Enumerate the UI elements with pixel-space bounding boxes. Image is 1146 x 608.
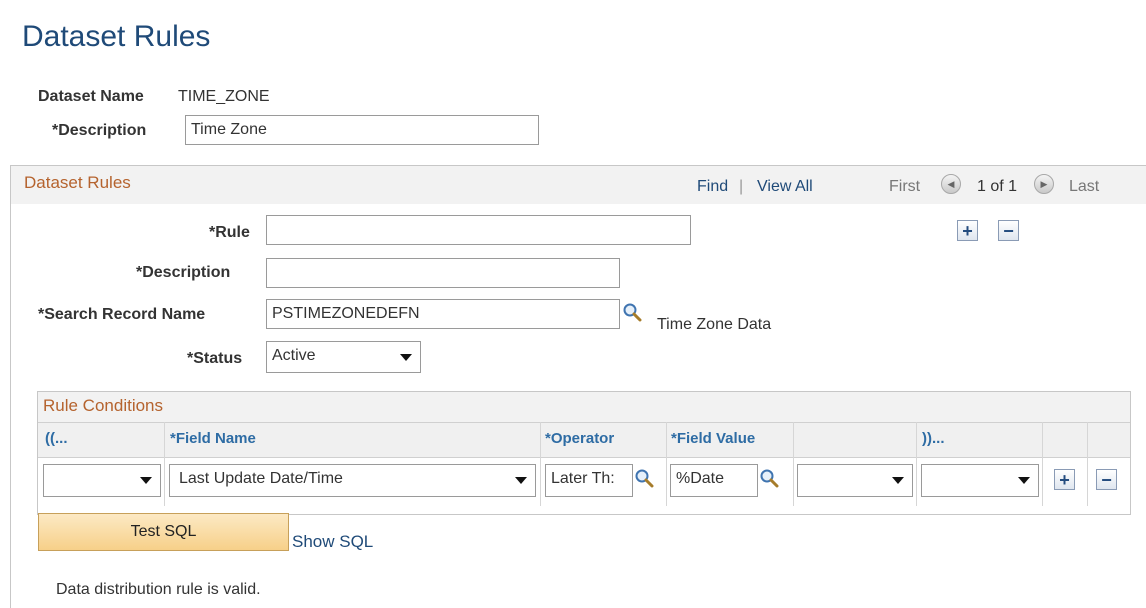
chevron-down-icon [140, 477, 152, 484]
chevron-down-icon [515, 477, 527, 484]
show-sql-link[interactable]: Show SQL [292, 532, 373, 552]
col-field-value: *Field Value [671, 430, 756, 447]
field-value-field[interactable]: %Date [670, 464, 758, 497]
col-open-paren: ((... [45, 430, 68, 447]
close-paren-select[interactable] [921, 464, 1039, 497]
dataset-name-label: Dataset Name [38, 88, 144, 105]
test-sql-button[interactable]: Test SQL [38, 513, 289, 551]
find-link[interactable]: Find [697, 178, 728, 196]
rule-label: *Rule [209, 224, 250, 241]
rule-field[interactable] [266, 215, 691, 245]
status-select[interactable]: Active [266, 341, 421, 373]
last-label: Last [1069, 178, 1100, 195]
minus-icon: − [1101, 469, 1112, 490]
search-icon[interactable] [759, 468, 779, 488]
grid-header [11, 166, 1146, 204]
col-close-paren: ))... [922, 430, 945, 447]
rule-description-field[interactable] [266, 258, 620, 288]
chevron-down-icon [400, 354, 412, 361]
chevron-down-icon [892, 477, 904, 484]
status-label: *Status [187, 350, 243, 367]
previous-icon[interactable]: ◀ [941, 174, 961, 194]
rule-conditions-title: Rule Conditions [43, 396, 164, 415]
extra-select[interactable] [797, 464, 913, 497]
col-field-name: *Field Name [170, 430, 256, 447]
dataset-name-value: TIME_ZONE [178, 88, 270, 105]
field-name-select[interactable]: Last Update Date/Time [169, 464, 536, 497]
column-divider [1042, 422, 1043, 506]
status-message: Data distribution rule is valid. [56, 581, 261, 598]
minus-icon: − [1003, 220, 1014, 241]
column-divider [1087, 422, 1088, 506]
status-value: Active [272, 347, 316, 364]
chevron-down-icon [1018, 477, 1030, 484]
search-icon[interactable] [622, 302, 642, 322]
plus-icon: + [962, 220, 973, 241]
description-label: *Description [52, 122, 147, 139]
add-condition-button[interactable]: + [1054, 469, 1075, 490]
column-divider [916, 422, 917, 506]
delete-condition-button[interactable]: − [1096, 469, 1117, 490]
search-icon[interactable] [634, 468, 654, 488]
rule-description-label: *Description [136, 264, 231, 281]
grid-title: Dataset Rules [24, 173, 131, 192]
rule-conditions-header [38, 392, 1130, 422]
search-record-field[interactable]: PSTIMEZONEDEFN [266, 299, 620, 329]
column-divider [793, 422, 794, 506]
page-title: Dataset Rules [22, 20, 211, 53]
first-label: First [889, 178, 921, 195]
column-divider [666, 422, 667, 506]
search-record-label: *Search Record Name [38, 306, 206, 323]
open-paren-select[interactable] [43, 464, 161, 497]
delete-rule-button[interactable]: − [998, 220, 1019, 241]
col-operator: *Operator [545, 430, 615, 447]
add-rule-button[interactable]: + [957, 220, 978, 241]
nav-separator: | [739, 178, 744, 195]
search-record-description: Time Zone Data [657, 316, 772, 333]
page-info: 1 of 1 [977, 178, 1018, 195]
column-divider [164, 422, 165, 506]
plus-icon: + [1059, 469, 1070, 490]
operator-field[interactable]: Later Th: [545, 464, 633, 497]
view-all-link[interactable]: View All [757, 178, 813, 196]
description-field[interactable]: Time Zone [185, 115, 539, 145]
column-divider [540, 422, 541, 506]
next-icon[interactable]: ▶ [1034, 174, 1054, 194]
field-name-value: Last Update Date/Time [179, 470, 343, 487]
